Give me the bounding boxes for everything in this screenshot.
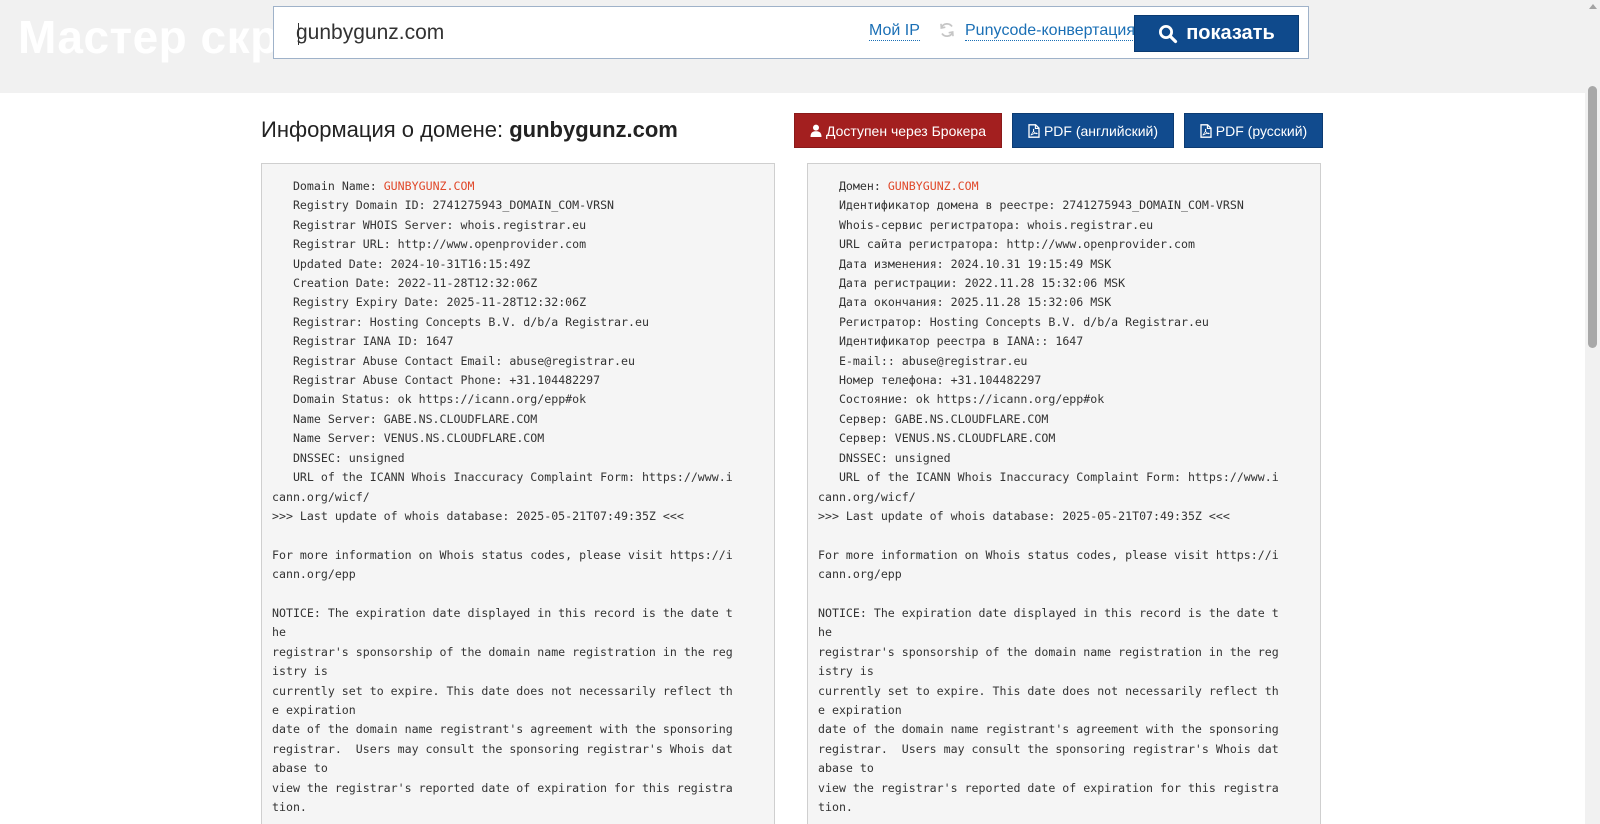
punycode-conversion-link[interactable]: Punycode-конвертация xyxy=(965,22,1135,41)
user-icon xyxy=(810,124,822,137)
refresh-icon xyxy=(938,21,956,39)
page: Мастер скриптов Мой IP Punycode-конверта… xyxy=(0,0,1600,824)
show-button[interactable]: показать xyxy=(1134,15,1299,52)
pdf-file-icon xyxy=(1200,123,1212,138)
pdf-russian-button[interactable]: PDF (русский) xyxy=(1184,113,1323,148)
whois-english-text: Domain Name: GUNBYGUNZ.COM Registry Doma… xyxy=(262,164,774,817)
broker-available-button[interactable]: Доступен через Брокера xyxy=(794,113,1002,148)
page-title: Информация о домене: gunbygunz.com xyxy=(261,117,678,143)
whois-russian-panel: Домен: GUNBYGUNZ.COM Идентификатор домен… xyxy=(807,163,1321,824)
whois-en-body: Registry Domain ID: 2741275943_DOMAIN_CO… xyxy=(272,198,733,814)
whois-ru-domain-value: GUNBYGUNZ.COM xyxy=(887,179,979,193)
pdf-file-icon xyxy=(1028,123,1040,138)
whois-english-panel: Domain Name: GUNBYGUNZ.COM Registry Doma… xyxy=(261,163,775,824)
whois-ru-domain-label: Домен: xyxy=(818,179,888,193)
vertical-scrollbar[interactable] xyxy=(1585,0,1600,824)
show-button-label: показать xyxy=(1186,22,1275,44)
text-caret xyxy=(298,23,299,45)
whois-russian-text: Домен: GUNBYGUNZ.COM Идентификатор домен… xyxy=(808,164,1320,817)
whois-en-domain-label: Domain Name: xyxy=(272,179,384,193)
scroll-thumb[interactable] xyxy=(1588,86,1597,348)
my-ip-link[interactable]: Мой IP xyxy=(869,22,920,41)
scroll-up-arrow-icon[interactable] xyxy=(1589,4,1597,9)
search-box: Мой IP Punycode-конвертация показа xyxy=(273,6,1309,59)
domain-search-input[interactable] xyxy=(296,17,796,49)
page-title-prefix: Информация о домене: xyxy=(261,117,504,142)
pdf-english-button[interactable]: PDF (английский) xyxy=(1012,113,1174,148)
page-title-domain: gunbygunz.com xyxy=(509,117,678,142)
whois-ru-body: Идентификатор домена в реестре: 27412759… xyxy=(818,198,1279,814)
whois-en-domain-value: GUNBYGUNZ.COM xyxy=(383,179,475,193)
header: Мастер скриптов Мой IP Punycode-конверта… xyxy=(0,0,1585,93)
search-icon xyxy=(1158,24,1178,44)
broker-button-label: Доступен через Брокера xyxy=(825,122,987,139)
pdf-russian-label: PDF (русский) xyxy=(1215,122,1308,139)
pdf-english-label: PDF (английский) xyxy=(1043,122,1159,139)
